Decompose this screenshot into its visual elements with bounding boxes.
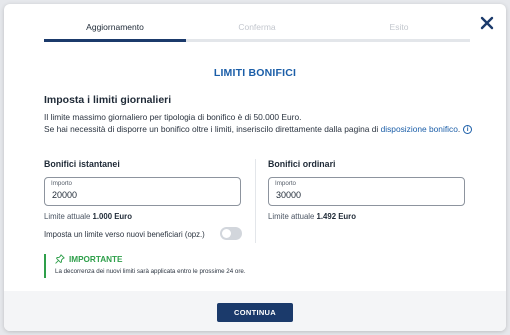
description: Il limite massimo giornaliero per tipolo… <box>44 112 484 135</box>
ordinary-transfers-title: Bonifici ordinari <box>268 159 336 169</box>
step-aggiornamento: Aggiornamento <box>86 22 144 32</box>
description-line-2-prefix: Se hai necessità di disporre un bonifico… <box>44 123 381 134</box>
step-esito: Esito <box>389 22 409 32</box>
disposizione-bonifico-link[interactable]: disposizione bonifico <box>381 124 458 134</box>
instant-transfers-title: Bonifici istantanei <box>44 159 120 169</box>
description-line-2: Se hai necessità di disporre un bonifico… <box>44 124 484 136</box>
description-line-2-suffix: . <box>457 123 461 134</box>
ordinary-current-value: 1.492 Euro <box>316 212 356 221</box>
ordinary-amount-input[interactable] <box>276 190 456 200</box>
progress-stepper: Aggiornamento Conferma Esito <box>44 22 470 42</box>
instant-current-value: 1.000 Euro <box>92 212 132 221</box>
stepper-progress <box>44 39 186 42</box>
important-notice: IMPORTANTE La decorrenza dei nuovi limit… <box>44 254 246 278</box>
limits-modal: Aggiornamento Conferma Esito LIMITI BONI… <box>4 4 506 331</box>
continue-button[interactable]: CONTINUA <box>217 303 293 322</box>
instant-amount-field[interactable]: Importo <box>44 177 241 206</box>
toggle-knob <box>222 229 231 238</box>
important-text: La decorrenza dei nuovi limiti sarà appl… <box>55 268 246 275</box>
pin-icon <box>55 254 65 264</box>
step-conferma: Conferma <box>238 22 276 32</box>
instant-current-limit: Limite attuale 1.000 Euro <box>44 212 132 221</box>
ordinary-current-label: Limite attuale <box>268 212 315 221</box>
ordinary-amount-field[interactable]: Importo <box>268 177 465 206</box>
modal-footer: CONTINUA <box>4 291 506 331</box>
page-title: LIMITI BONIFICI <box>213 67 297 79</box>
important-title: IMPORTANTE <box>69 254 123 264</box>
column-divider <box>255 159 256 243</box>
close-icon[interactable] <box>480 16 494 30</box>
section-title: Imposta i limiti giornalieri <box>44 94 172 106</box>
stepper-track <box>44 39 470 42</box>
description-line-1: Il limite massimo giornaliero per tipolo… <box>44 112 302 122</box>
important-heading: IMPORTANTE <box>55 254 246 264</box>
info-icon[interactable]: i <box>463 124 473 134</box>
instant-current-label: Limite attuale <box>44 212 91 221</box>
ordinary-amount-label: Importo <box>275 180 296 187</box>
new-beneficiaries-toggle[interactable] <box>220 227 242 240</box>
instant-amount-label: Importo <box>51 180 72 187</box>
new-beneficiaries-toggle-label: Imposta un limite verso nuovi beneficiar… <box>44 230 205 239</box>
ordinary-current-limit: Limite attuale 1.492 Euro <box>268 212 356 221</box>
instant-amount-input[interactable] <box>52 190 232 200</box>
